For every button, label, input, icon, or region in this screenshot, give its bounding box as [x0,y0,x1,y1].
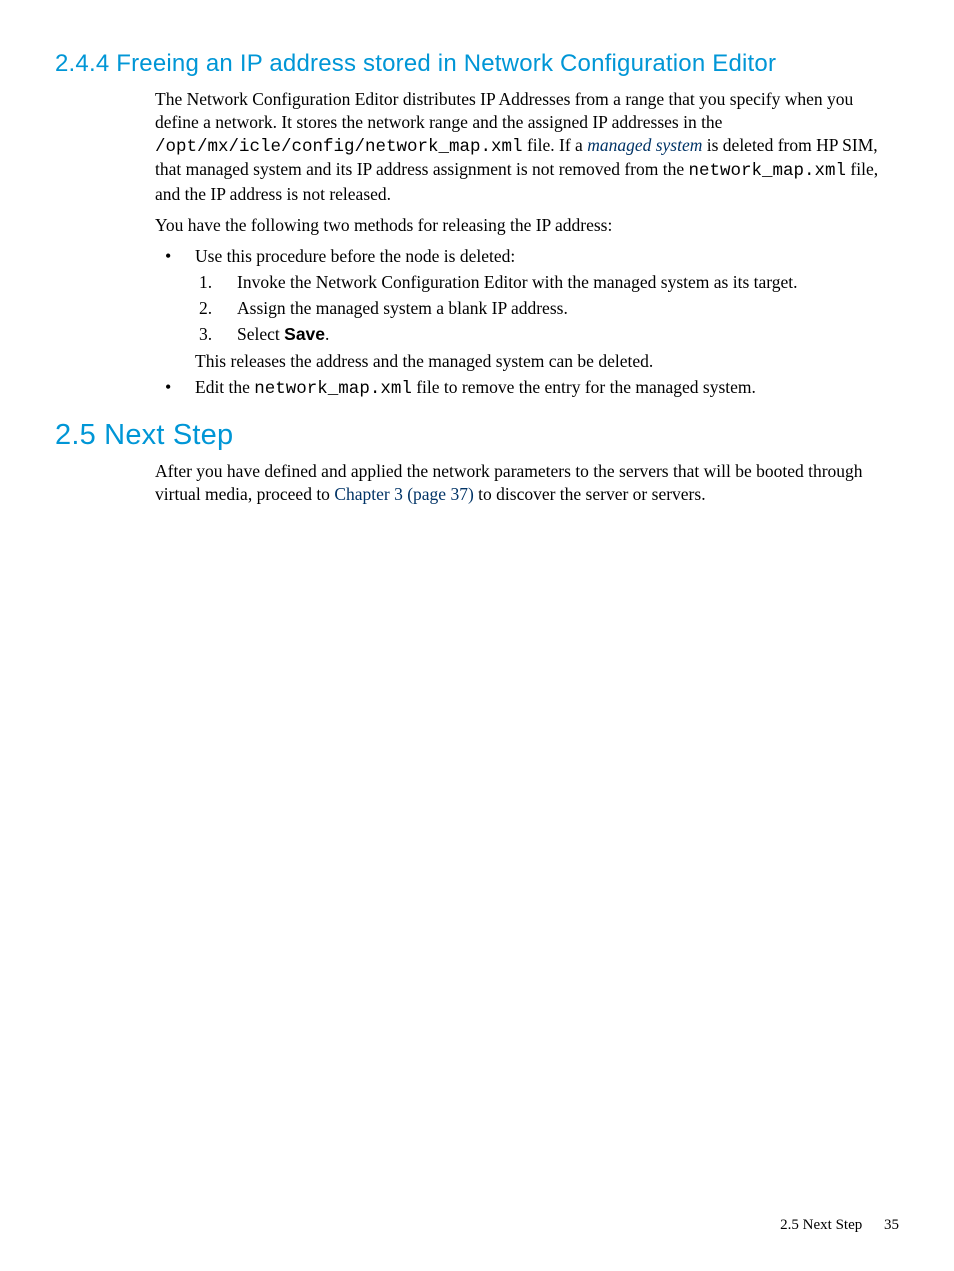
text: file. If a [523,135,588,155]
step-number: 1. [199,271,212,294]
text: . [325,324,329,344]
para-244-2: You have the following two methods for r… [155,214,899,237]
code-filename: network_map.xml [254,379,412,399]
text: Invoke the Network Configuration Editor … [237,272,798,292]
page-footer: 2.5 Next Step 35 [780,1217,899,1234]
footer-section-label: 2.5 Next Step [780,1217,862,1233]
numbered-list: 1. Invoke the Network Configuration Edit… [195,271,899,345]
para-25-1: After you have defined and applied the n… [155,460,899,506]
list-item: 1. Invoke the Network Configuration Edit… [195,271,899,294]
list-item: Edit the network_map.xml file to remove … [155,376,899,401]
text: Assign the managed system a blank IP add… [237,298,568,318]
link-managed-system[interactable]: managed system [587,135,702,155]
text: Use this procedure before the node is de… [195,246,515,266]
bullet-list: Use this procedure before the node is de… [155,245,899,402]
text: The Network Configuration Editor distrib… [155,89,853,132]
code-path: /opt/mx/icle/config/network_map.xml [155,137,523,157]
save-label: Save [284,324,325,344]
text: file to remove the entry for the managed… [412,377,756,397]
text: to discover the server or servers. [474,484,706,504]
code-filename: network_map.xml [689,161,847,181]
heading-2-4-4: 2.4.4 Freeing an IP address stored in Ne… [55,50,899,78]
heading-2-5: 2.5 Next Step [55,419,899,452]
text: Select [237,324,284,344]
step-number: 3. [199,323,212,346]
page-number: 35 [884,1217,899,1233]
link-chapter-3[interactable]: Chapter 3 (page 37) [334,484,473,504]
list-item: 2. Assign the managed system a blank IP … [195,297,899,320]
text: Edit the [195,377,254,397]
list-item: 3. Select Save. [195,323,899,346]
text: This releases the address and the manage… [195,350,899,373]
para-244-1: The Network Configuration Editor distrib… [155,88,899,206]
step-number: 2. [199,297,212,320]
list-item: Use this procedure before the node is de… [155,245,899,373]
